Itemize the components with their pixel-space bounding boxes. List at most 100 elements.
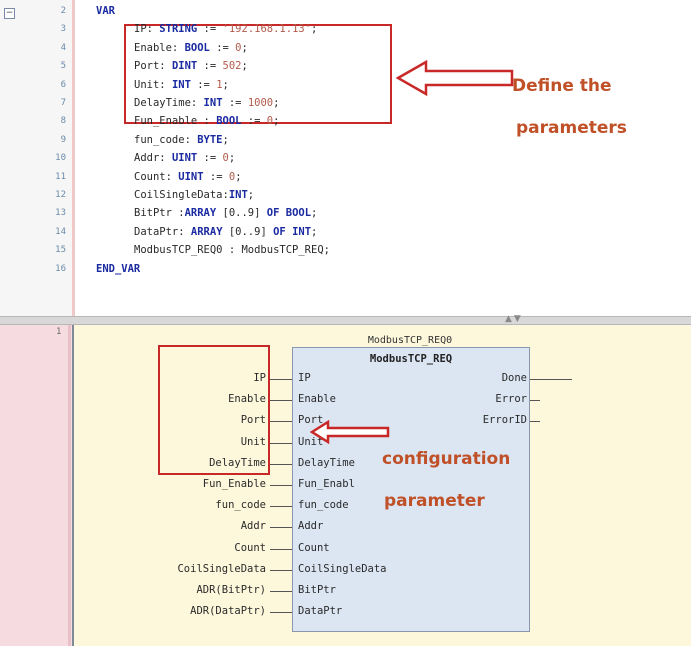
input-pin: Addr	[298, 520, 324, 533]
code-token: BOOL	[285, 207, 312, 220]
fold-margin: −	[0, 0, 22, 316]
code-token: :=	[241, 115, 267, 128]
code-token: ARRAY	[190, 225, 223, 238]
code-token: ;	[222, 133, 229, 146]
code-token: ;	[235, 170, 242, 183]
pane-splitter[interactable]: ▲▼	[0, 314, 691, 325]
code-line[interactable]: Count: UINT := 0;	[134, 171, 242, 183]
line-number: 2	[60, 6, 66, 16]
code-token: UINT	[171, 152, 198, 165]
code-token: ;	[311, 207, 318, 220]
code-line[interactable]: Port: DINT := 502;	[134, 60, 248, 72]
code-token: INT	[171, 78, 191, 91]
network-gutter: 1	[0, 325, 72, 646]
code-token: ;	[241, 41, 248, 54]
code-token: 502	[222, 60, 242, 73]
input-wire	[270, 400, 292, 402]
code-token: Count:	[134, 170, 179, 183]
input-wire	[270, 463, 292, 465]
code-line[interactable]: fun_code: BYTE;	[134, 134, 229, 146]
code-line[interactable]: BitPtr :ARRAY [0..9] OF BOOL;	[134, 207, 317, 219]
fbd-network-panel[interactable]: 1 ModbusTCP_REQ0 ModbusTCP_REQ IP IP Enabl…	[0, 325, 691, 646]
input-pin: Fun_Enabl	[298, 478, 355, 490]
code-line[interactable]: Unit: INT := 1;	[134, 79, 229, 91]
code-token: ;	[222, 78, 229, 91]
define-parameters-label: Define the	[512, 76, 612, 96]
code-token: INT	[203, 97, 223, 109]
code-token: :=	[209, 41, 236, 54]
code-token: ARRAY	[184, 207, 217, 220]
line-number: 12	[55, 190, 66, 200]
line-number: 9	[60, 134, 66, 145]
line-number: 7	[60, 98, 66, 108]
line-number: 15	[55, 245, 66, 256]
code-token: CoilSingleData:	[134, 189, 229, 201]
splitter-arrows-icon[interactable]: ▲▼	[505, 314, 523, 324]
input-actual-variable[interactable]: fun_code	[215, 499, 266, 511]
code-line[interactable]: IP: STRING := '192.168.1.13';	[134, 23, 317, 35]
code-line[interactable]: Addr: UINT := 0;	[134, 152, 235, 164]
input-pin: Enable	[298, 393, 336, 406]
variable-declaration-editor[interactable]: − 2 3 4 5 6 7 8 9 10 11 12 13 14 15 16 Define the para…	[0, 0, 691, 316]
left-arrow-icon	[310, 420, 390, 444]
code-line[interactable]: Fun_Enable : BOOL := 0;	[134, 115, 279, 127]
network-number: 1	[56, 327, 62, 337]
code-token: ModbusTCP_REQ0 : ModbusTCP_REQ;	[134, 244, 330, 257]
input-actual-variable[interactable]: Addr	[241, 520, 266, 532]
code-token: INT	[228, 189, 248, 201]
define-parameters-highlight-box	[124, 24, 392, 124]
code-line[interactable]: DataPtr: ARRAY [0..9] OF INT;	[134, 226, 317, 238]
code-token: 1000	[247, 97, 274, 109]
code-token: Fun_Enable :	[134, 115, 217, 128]
code-token: Port:	[134, 60, 172, 73]
line-number: 6	[60, 79, 66, 90]
code-token: ;	[311, 23, 318, 36]
code-line[interactable]: CoilSingleData:INT;	[134, 189, 254, 201]
fb-instance-name[interactable]: ModbusTCP_REQ0	[300, 335, 520, 346]
input-wire	[270, 442, 292, 444]
line-number: 13	[55, 208, 66, 219]
code-token: [0..9]	[216, 207, 267, 220]
code-line[interactable]: END_VAR	[96, 263, 140, 275]
change-marker-bar	[72, 0, 75, 316]
input-actual-variable[interactable]: Count	[234, 542, 266, 554]
line-number-gutter: 2 3 4 5 6 7 8 9 10 11 12 13 14 15 16	[22, 0, 72, 316]
code-token: IP:	[134, 23, 160, 36]
code-line[interactable]: DelayTime: INT := 1000;	[134, 97, 279, 109]
code-token: STRING	[159, 23, 198, 36]
code-line[interactable]: ModbusTCP_REQ0 : ModbusTCP_REQ;	[134, 244, 330, 256]
input-pin: DelayTime	[298, 456, 355, 469]
code-token: :=	[203, 170, 229, 183]
input-actual-variable[interactable]: CoilSingleData	[177, 563, 266, 575]
input-pin: BitPtr	[298, 584, 336, 596]
code-token: :=	[197, 23, 223, 36]
code-token: Unit:	[134, 78, 172, 91]
code-line[interactable]: Enable: BOOL := 0;	[134, 42, 248, 54]
code-token: Addr:	[134, 152, 172, 165]
code-token: BOOL	[184, 41, 210, 54]
collapse-icon[interactable]: −	[4, 8, 15, 19]
code-token: BYTE	[197, 133, 223, 146]
network-divider	[72, 325, 74, 646]
output-pin: Done	[501, 372, 527, 384]
line-number: 11	[55, 171, 66, 182]
code-token: DelayTime:	[134, 97, 204, 109]
code-token: ;	[311, 225, 318, 238]
code-line[interactable]: VAR	[96, 5, 115, 17]
code-token: ;	[247, 189, 255, 201]
input-wire	[270, 379, 292, 380]
input-actual-variable[interactable]: ADR(DataPtr)	[190, 605, 266, 617]
network-gutter-bar	[68, 325, 71, 646]
code-token: INT	[292, 225, 312, 238]
input-actual-variable[interactable]: ADR(BitPtr)	[196, 584, 266, 596]
input-pin: fun_code	[298, 499, 349, 512]
code-token: OF	[266, 207, 280, 220]
line-number: 4	[60, 42, 66, 53]
code-token: DataPtr:	[134, 225, 191, 238]
output-wire	[530, 400, 540, 402]
input-actual-variable[interactable]: Fun_Enable	[203, 478, 266, 490]
input-wire	[270, 485, 292, 486]
code-token: '192.168.1.13'	[222, 23, 312, 36]
configuration-label: configuration	[382, 449, 511, 469]
input-pin: CoilSingleData	[298, 562, 387, 575]
